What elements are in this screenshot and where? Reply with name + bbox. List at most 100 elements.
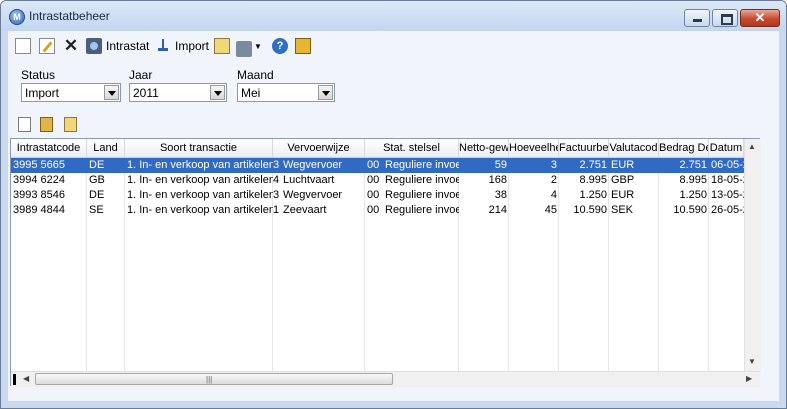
- exit-icon: [295, 38, 311, 54]
- close-button[interactable]: ✕: [740, 9, 780, 27]
- cell-hoeveelheid: 2: [550, 174, 557, 186]
- properties-icon: [214, 38, 230, 54]
- intrastat-icon: [86, 38, 102, 54]
- cell-stelsel-code: 00: [367, 189, 380, 201]
- help-button[interactable]: ?: [272, 37, 288, 55]
- col-header-vervoerwijze[interactable]: Vervoerwijze: [273, 139, 365, 157]
- cell-factuurbedrag: 1.250: [579, 189, 607, 201]
- cell-soort-transactie: 1. In- en verkoop van artikelen: [127, 189, 273, 201]
- cell-bedrag-de: 2.751: [679, 159, 707, 171]
- table-row[interactable]: 3994 6224 GB 1. In- en verkoop van artik…: [11, 173, 744, 188]
- col-header-stat-stelsel[interactable]: Stat. stelsel: [365, 139, 459, 157]
- scroll-thumb[interactable]: |||: [35, 373, 393, 385]
- client-area: ✕ Intrastat Import ▼ ? Status Import Jaa…: [8, 31, 779, 401]
- import-button[interactable]: Import: [155, 37, 209, 55]
- col-header-land[interactable]: Land: [87, 139, 125, 157]
- col-header-netto-gew[interactable]: Netto-gew: [459, 139, 509, 157]
- scroll-right-icon[interactable]: ▶: [746, 374, 752, 383]
- horizontal-scrollbar[interactable]: ◀ ||| ▶: [11, 371, 760, 387]
- document-icon[interactable]: [18, 117, 31, 132]
- cell-netto-gew: 214: [488, 204, 507, 216]
- grid-toolbar: [18, 117, 98, 133]
- window-title: Intrastatbeheer: [29, 9, 110, 23]
- col-header-hoeveelheid[interactable]: Hoeveelhe: [509, 139, 559, 157]
- import-icon: [155, 38, 171, 54]
- cell-land: DE: [89, 189, 105, 201]
- scroll-grip: |||: [206, 375, 213, 384]
- properties-button[interactable]: [214, 37, 230, 55]
- minimize-icon: [693, 19, 702, 22]
- cell-stat-stelsel: Reguliere invoe: [385, 174, 459, 186]
- help-icon: ?: [272, 38, 288, 54]
- cell-stat-stelsel: Reguliere invoe: [385, 189, 459, 201]
- main-window: M Intrastatbeheer ✕ ✕ Intrastat Import ▼…: [0, 0, 787, 409]
- print-icon: [236, 41, 252, 57]
- col-header-valutacode[interactable]: Valutacod: [609, 139, 659, 157]
- intrastat-grid[interactable]: Intrastatcode Land Soort transactie Verv…: [10, 138, 761, 387]
- edit-document-icon: [39, 38, 55, 54]
- col-header-bedrag-de[interactable]: Bedrag De: [659, 139, 709, 157]
- cell-datum: 18-05-201: [711, 174, 744, 186]
- paste-icon[interactable]: [64, 117, 77, 132]
- intrastat-label: Intrastat: [106, 39, 150, 53]
- print-button[interactable]: ▼: [236, 37, 262, 57]
- grid-header: Intrastatcode Land Soort transactie Verv…: [11, 139, 744, 158]
- col-header-soort-transactie[interactable]: Soort transactie: [125, 139, 273, 157]
- exit-button[interactable]: [295, 37, 311, 55]
- cell-bedrag-de: 10.590: [673, 204, 707, 216]
- edit-button[interactable]: [39, 37, 55, 55]
- new-button[interactable]: [15, 37, 31, 55]
- copy-icon[interactable]: [40, 117, 53, 132]
- maand-value: Mei: [241, 86, 261, 100]
- maand-label: Maand: [237, 68, 274, 82]
- cell-netto-gew: 168: [488, 174, 507, 186]
- jaar-label: Jaar: [129, 68, 153, 82]
- cell-bedrag-de: 1.250: [679, 189, 707, 201]
- col-header-datum[interactable]: Datum: [709, 139, 744, 157]
- row-marker: [13, 374, 16, 385]
- chevron-down-icon[interactable]: ▼: [254, 42, 262, 51]
- cell-hoeveelheid: 3: [550, 159, 557, 171]
- table-row[interactable]: 3995 5665 DE 1. In- en verkoop van artik…: [11, 158, 744, 173]
- chevron-down-icon[interactable]: [318, 85, 333, 100]
- minimize-button[interactable]: [684, 9, 710, 27]
- cell-hoeveelheid: 4: [550, 189, 557, 201]
- title-bar[interactable]: M Intrastatbeheer ✕: [1, 1, 786, 31]
- jaar-select[interactable]: 2011: [129, 83, 227, 102]
- cell-intrastatcode: 3993 8546: [13, 189, 65, 201]
- delete-icon: ✕: [63, 36, 79, 55]
- intrastat-button[interactable]: Intrastat: [86, 37, 149, 55]
- close-icon: ✕: [754, 10, 766, 25]
- cell-factuurbedrag: 8.995: [579, 174, 607, 186]
- cell-valutacode: GBP: [611, 174, 635, 186]
- vertical-scrollbar[interactable]: ▲ ▼: [744, 139, 761, 371]
- cell-land: DE: [89, 159, 105, 171]
- maand-select[interactable]: Mei: [237, 83, 335, 102]
- table-row[interactable]: 3989 4844 SE 1. In- en verkoop van artik…: [11, 203, 744, 218]
- col-header-intrastatcode[interactable]: Intrastatcode: [11, 139, 87, 157]
- main-toolbar: ✕ Intrastat Import ▼ ?: [8, 35, 779, 57]
- delete-button[interactable]: ✕: [63, 37, 79, 55]
- cell-factuurbedrag: 2.751: [579, 159, 607, 171]
- scroll-left-icon[interactable]: ◀: [23, 374, 29, 383]
- cell-vervoerwijze: Zeevaart: [283, 204, 327, 216]
- maximize-button[interactable]: [712, 9, 738, 27]
- col-header-factuurbedrag[interactable]: Factuurbe: [559, 139, 609, 157]
- scroll-down-icon[interactable]: ▼: [748, 357, 756, 366]
- chevron-down-icon[interactable]: [104, 85, 119, 100]
- app-logo-icon: M: [9, 9, 25, 25]
- scroll-up-icon[interactable]: ▲: [748, 142, 756, 151]
- cell-soort-transactie: 1. In- en verkoop van artikelen: [127, 159, 273, 171]
- chevron-down-icon[interactable]: [210, 85, 225, 100]
- cell-vervoerwijze: Luchtvaart: [283, 174, 335, 186]
- status-select[interactable]: Import: [21, 83, 121, 102]
- jaar-value: 2011: [133, 86, 159, 100]
- cell-intrastatcode: 3995 5665: [13, 159, 65, 171]
- cell-stat-stelsel: Reguliere invoe: [385, 159, 459, 171]
- cell-bedrag-de: 8.995: [679, 174, 707, 186]
- table-row[interactable]: 3993 8546 DE 1. In- en verkoop van artik…: [11, 188, 744, 203]
- import-label: Import: [175, 39, 210, 53]
- cell-intrastatcode: 3994 6224: [13, 174, 65, 186]
- cell-hoeveelheid: 45: [544, 204, 557, 216]
- cell-soort-transactie: 1. In- en verkoop van artikelen: [127, 204, 273, 216]
